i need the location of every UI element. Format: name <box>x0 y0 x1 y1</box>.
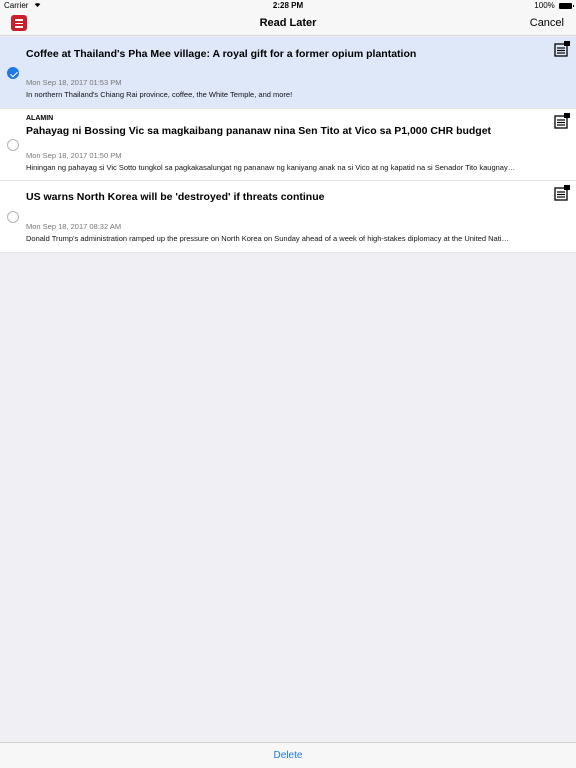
battery-status: 100% <box>534 1 574 10</box>
article-row[interactable]: Coffee at Thailand's Pha Mee village: A … <box>0 37 576 109</box>
status-time: 2:28 PM <box>272 1 304 10</box>
article-icon[interactable] <box>554 41 570 57</box>
article-headline: Pahayag ni Bossing Vic sa magkaibang pan… <box>26 125 492 137</box>
bottom-toolbar: Delete <box>0 742 576 768</box>
selection-radio-icon[interactable] <box>7 211 19 223</box>
delete-button[interactable]: Delete <box>0 750 576 761</box>
battery-label: 100% <box>534 1 555 10</box>
page-title: Read Later <box>259 17 317 29</box>
selection-radio-icon[interactable] <box>7 139 19 151</box>
article-list: Coffee at Thailand's Pha Mee village: A … <box>0 37 576 253</box>
article-icon[interactable] <box>554 113 570 129</box>
article-headline: US warns North Korea will be 'destroyed'… <box>26 191 325 203</box>
article-icon[interactable] <box>554 185 570 201</box>
navigation-bar: Read Later Cancel <box>0 12 576 36</box>
article-date: Mon Sep 18, 2017 01:53 PM <box>26 78 122 87</box>
article-headline: Coffee at Thailand's Pha Mee village: A … <box>26 48 417 60</box>
article-summary: Hiningan ng pahayag si Vic Sotto tungkol… <box>26 163 516 172</box>
article-date: Mon Sep 18, 2017 01:50 PM <box>26 151 122 160</box>
status-bar: Carrier 2:28 PM 100% <box>0 0 576 12</box>
article-summary: In northern Thailand's Chiang Rai provin… <box>26 90 293 99</box>
selection-checkmark-icon[interactable] <box>7 67 19 79</box>
battery-icon <box>559 3 574 9</box>
article-row[interactable]: ALAMIN Pahayag ni Bossing Vic sa magkaib… <box>0 109 576 181</box>
cancel-button[interactable]: Cancel <box>530 17 564 29</box>
article-row[interactable]: US warns North Korea will be 'destroyed'… <box>0 181 576 253</box>
article-source: ALAMIN <box>26 115 54 122</box>
article-summary: Donald Trump's administration ramped up … <box>26 234 509 243</box>
article-date: Mon Sep 18, 2017 08:32 AM <box>26 222 122 231</box>
